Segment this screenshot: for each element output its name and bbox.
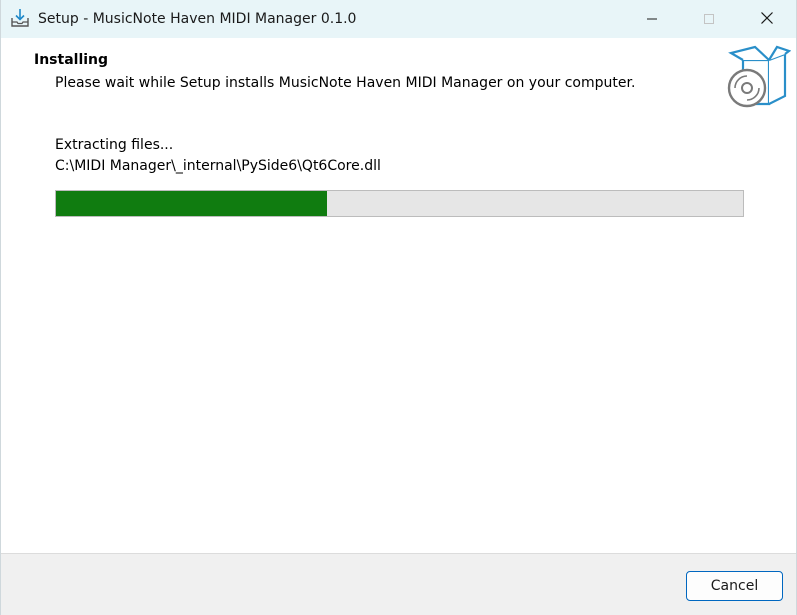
footer-bar: Cancel — [1, 553, 796, 615]
minimize-button[interactable] — [629, 0, 675, 38]
progress-status: Extracting files... — [55, 137, 174, 153]
download-tray-icon — [10, 8, 30, 28]
setup-window: Setup - MusicNote Haven MIDI Manager 0.1… — [0, 0, 797, 615]
cancel-button[interactable]: Cancel — [686, 571, 783, 601]
close-button[interactable] — [744, 0, 790, 38]
title-bar[interactable]: Setup - MusicNote Haven MIDI Manager 0.1… — [1, 0, 796, 38]
maximize-icon — [703, 10, 715, 29]
page-title: Installing — [34, 52, 109, 68]
maximize-button[interactable] — [686, 0, 732, 38]
install-progress-bar — [55, 190, 744, 217]
current-file-path: C:\MIDI Manager\_internal\PySide6\Qt6Cor… — [55, 158, 381, 174]
page-subtitle: Please wait while Setup installs MusicNo… — [55, 75, 636, 91]
window-title: Setup - MusicNote Haven MIDI Manager 0.1… — [38, 11, 357, 27]
progress-bar-fill — [56, 191, 328, 216]
software-box-icon — [725, 44, 792, 110]
close-icon — [760, 10, 774, 29]
minimize-icon — [646, 10, 658, 29]
